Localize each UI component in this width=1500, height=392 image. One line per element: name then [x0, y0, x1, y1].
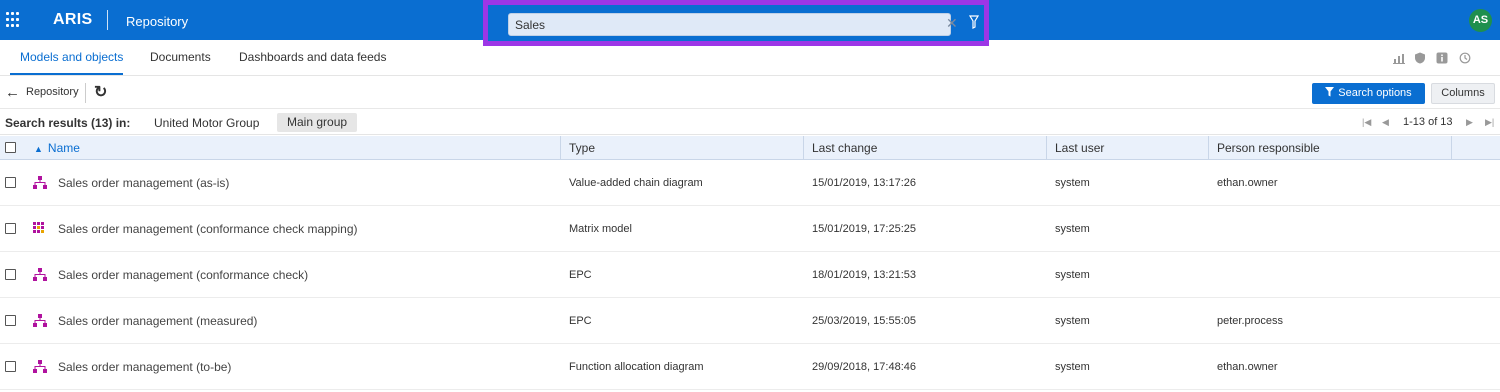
brand-divider [107, 10, 108, 30]
filter-icon [1325, 87, 1335, 97]
row-type: Value-added chain diagram [569, 177, 703, 189]
row-type: Matrix model [569, 223, 632, 235]
tab-dashboards-and-data-feeds[interactable]: Dashboards and data feeds [239, 50, 386, 64]
scope-chip-main-group[interactable]: Main group [277, 113, 358, 132]
table-header: ▲ Name Type Last change Last user Person … [0, 136, 1500, 160]
active-tab-indicator [10, 73, 123, 75]
row-last-user: system [1055, 315, 1090, 327]
column-header-person-responsible[interactable]: Person responsible [1209, 136, 1452, 160]
table-row[interactable]: Sales order management (conformance chec… [0, 206, 1500, 252]
results-count-label: Search results (13) in: [5, 116, 131, 130]
hierarchy-model-icon [33, 176, 47, 189]
app-title: Repository [126, 14, 189, 29]
row-type: Function allocation diagram [569, 361, 704, 373]
tab-bar: Models and objects Documents Dashboards … [0, 40, 1500, 76]
column-header-name[interactable]: ▲ Name [26, 136, 561, 160]
tab-documents[interactable]: Documents [150, 50, 211, 64]
shield-icon[interactable] [1414, 52, 1426, 64]
hierarchy-model-icon [33, 268, 47, 281]
table-row[interactable]: Sales order management (measured) EPC 25… [0, 298, 1500, 344]
row-name[interactable]: Sales order management (as-is) [58, 160, 229, 206]
back-arrow-icon[interactable]: ← [5, 84, 20, 101]
last-page-icon[interactable]: ▶| [1485, 117, 1494, 128]
sort-ascending-icon: ▲ [34, 144, 43, 154]
hierarchy-model-icon [33, 360, 47, 373]
search-input[interactable] [508, 13, 951, 36]
first-page-icon[interactable]: |◀ [1362, 117, 1371, 128]
column-header-type[interactable]: Type [561, 136, 804, 160]
info-icon[interactable] [1436, 52, 1448, 64]
row-type: EPC [569, 315, 592, 327]
row-type: EPC [569, 269, 592, 281]
row-person-responsible: peter.process [1217, 315, 1284, 327]
table-row[interactable]: Sales order management (to-be) Function … [0, 344, 1500, 390]
close-icon[interactable]: ✕ [946, 15, 958, 32]
row-name[interactable]: Sales order management (conformance chec… [58, 252, 308, 298]
row-name[interactable]: Sales order management (to-be) [58, 344, 231, 390]
table-row[interactable]: Sales order management (as-is) Value-add… [0, 160, 1500, 206]
refresh-icon[interactable]: ↻ [94, 82, 107, 102]
table-row[interactable]: Sales order management (conformance chec… [0, 252, 1500, 298]
row-checkbox[interactable] [5, 223, 16, 234]
row-person-responsible: ethan.owner [1217, 177, 1278, 189]
row-name[interactable]: Sales order management (measured) [58, 298, 257, 344]
column-header-last-user[interactable]: Last user [1047, 136, 1209, 160]
row-checkbox[interactable] [5, 269, 16, 280]
row-last-user: system [1055, 361, 1090, 373]
row-last-user: system [1055, 177, 1090, 189]
app-launcher-icon[interactable] [6, 12, 22, 28]
select-all-checkbox[interactable] [5, 142, 16, 153]
next-page-icon[interactable]: ▶ [1466, 117, 1473, 128]
row-checkbox[interactable] [5, 177, 16, 188]
row-checkbox[interactable] [5, 361, 16, 372]
search-options-button[interactable]: Search options [1312, 83, 1425, 104]
brand-logo: ARIS [53, 11, 93, 28]
avatar[interactable]: AS [1469, 9, 1492, 32]
bar-chart-icon[interactable] [1393, 52, 1405, 64]
history-icon[interactable] [1459, 52, 1471, 64]
search-options-label: Search options [1338, 87, 1412, 99]
row-last-change: 15/01/2019, 17:25:25 [812, 223, 916, 235]
row-last-user: system [1055, 269, 1090, 281]
row-name[interactable]: Sales order management (conformance chec… [58, 206, 357, 252]
row-checkbox[interactable] [5, 315, 16, 326]
toolbar-divider [85, 83, 86, 103]
row-last-user: system [1055, 223, 1090, 235]
row-last-change: 25/03/2019, 15:55:05 [812, 315, 916, 327]
prev-page-icon[interactable]: ◀ [1382, 117, 1389, 128]
column-header-last-change[interactable]: Last change [804, 136, 1047, 160]
results-bar: Search results (13) in: United Motor Gro… [0, 110, 1500, 135]
top-bar: ARIS Repository ✕ AS [0, 0, 1500, 46]
pager-range: 1-13 of 13 [1403, 116, 1453, 128]
columns-button[interactable]: Columns [1431, 83, 1495, 104]
scope-chip-united-motor-group[interactable]: United Motor Group [154, 116, 259, 130]
tab-models-and-objects[interactable]: Models and objects [20, 50, 123, 64]
row-person-responsible: ethan.owner [1217, 361, 1278, 373]
matrix-model-icon [33, 222, 44, 233]
back-to-repository-link[interactable]: Repository [26, 86, 79, 98]
row-last-change: 18/01/2019, 13:21:53 [812, 269, 916, 281]
row-last-change: 15/01/2019, 13:17:26 [812, 177, 916, 189]
row-last-change: 29/09/2018, 17:48:46 [812, 361, 916, 373]
hierarchy-model-icon [33, 314, 47, 327]
toolbar: ← Repository ↻ Search options Columns [0, 77, 1500, 109]
filter-icon[interactable] [968, 15, 980, 32]
